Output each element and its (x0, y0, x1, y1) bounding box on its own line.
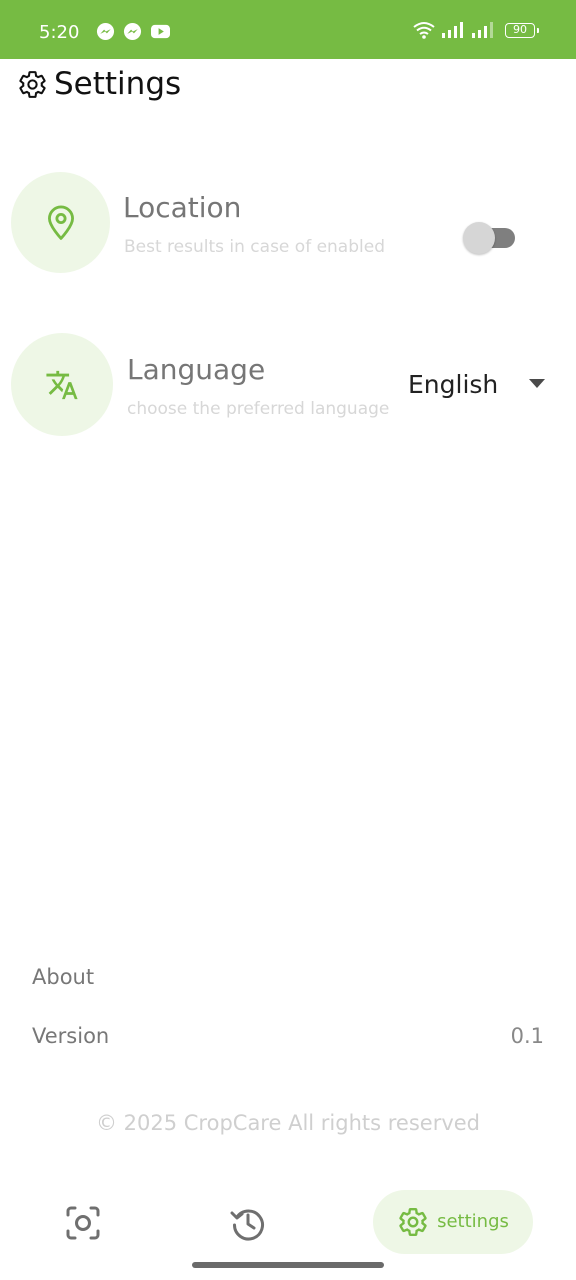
status-time: 5:20 (39, 22, 80, 43)
language-dropdown[interactable]: English (400, 365, 556, 405)
location-icon-circle (11, 172, 110, 273)
about-link[interactable]: About (32, 963, 94, 991)
history-icon (230, 1209, 264, 1241)
battery-level: 90 (513, 22, 527, 36)
version-label: Version (32, 1024, 110, 1048)
location-title: Location (123, 191, 242, 224)
gear-icon (19, 70, 46, 98)
language-icon-circle (11, 333, 113, 436)
status-indicators: 90 (413, 21, 539, 39)
messenger-icon (123, 22, 142, 41)
nav-settings-label: settings (437, 1211, 509, 1232)
nav-settings-button[interactable]: settings (373, 1190, 533, 1254)
copyright-text: © 2025 CropCare All rights reserved (95, 1111, 481, 1135)
page-header: Settings (17, 64, 181, 104)
home-indicator[interactable] (192, 1262, 384, 1268)
status-app-icons (96, 22, 171, 41)
nav-scan-button[interactable] (58, 1198, 108, 1248)
battery-icon: 90 (505, 22, 539, 38)
location-setting-row: Location Best results in case of enabled (0, 172, 576, 274)
wifi-icon (413, 22, 435, 39)
toggle-thumb (463, 222, 495, 254)
gear-icon (399, 1208, 427, 1236)
caret-down-icon (529, 379, 545, 388)
status-bar: 5:20 90 (0, 0, 576, 59)
messenger-icon (96, 22, 115, 41)
location-pin-icon (47, 205, 74, 240)
bottom-nav: settings (0, 1180, 576, 1266)
nav-history-button[interactable] (223, 1198, 273, 1248)
language-selected-value: English (408, 370, 499, 399)
page-title: Settings (54, 66, 182, 102)
location-toggle[interactable] (463, 221, 517, 255)
version-value: 0.1 (510, 1024, 544, 1048)
language-title: Language (127, 353, 266, 386)
language-setting-row: Language choose the preferred language E… (0, 333, 576, 437)
signal-icon (472, 22, 493, 38)
signal-icon (442, 22, 463, 38)
location-subtitle: Best results in case of enabled (124, 237, 385, 257)
language-subtitle: choose the preferred language (127, 399, 390, 419)
scan-camera-icon (66, 1206, 100, 1240)
youtube-icon (151, 24, 170, 39)
translate-icon (46, 370, 78, 399)
